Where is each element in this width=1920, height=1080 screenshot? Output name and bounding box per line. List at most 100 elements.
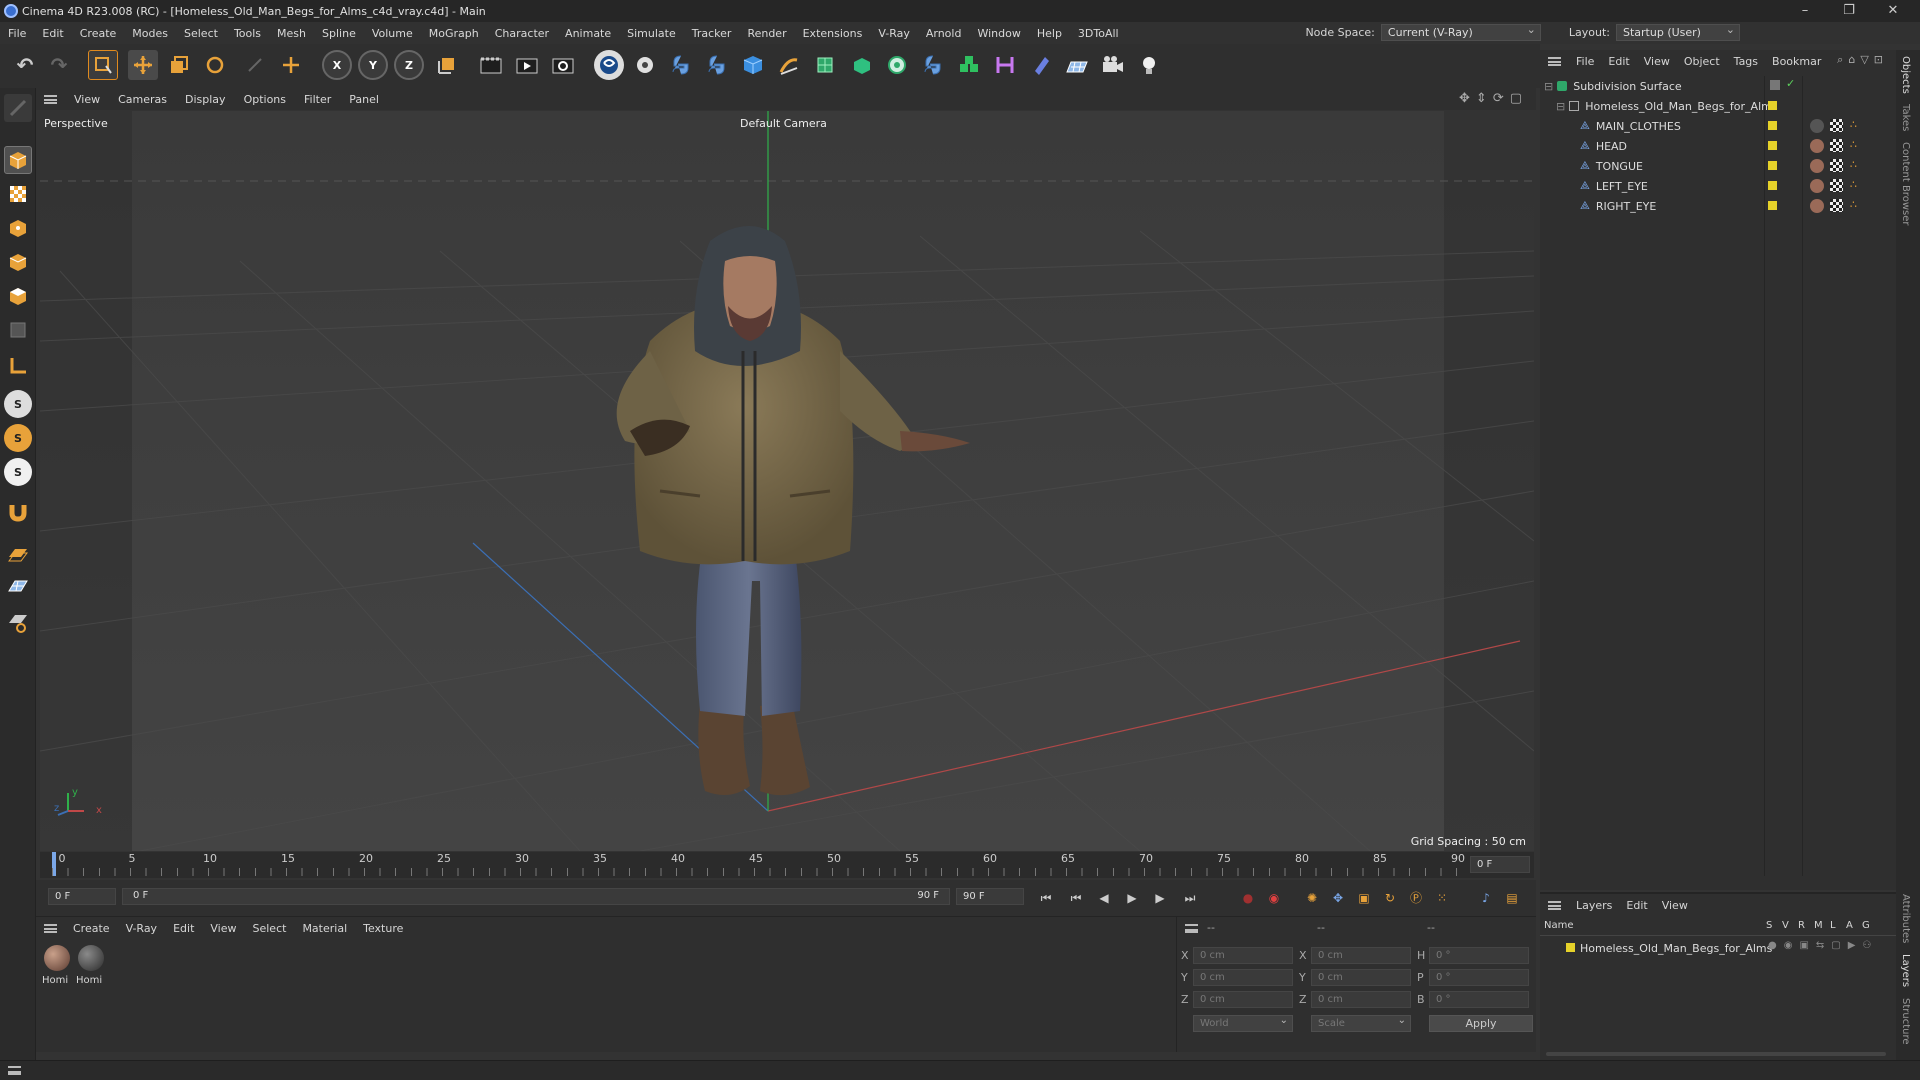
polygons-mode-icon[interactable] [4, 282, 32, 310]
material-menu-view[interactable]: View [202, 922, 244, 935]
viewport-menu-panel[interactable]: Panel [340, 93, 388, 106]
om-menu-bookmarks[interactable]: Bookmar [1765, 55, 1828, 68]
deformer-bend-icon[interactable] [990, 50, 1020, 80]
texture-tag-icon[interactable] [1830, 199, 1843, 212]
layer-color-tag[interactable] [1768, 161, 1777, 170]
menu-mesh[interactable]: Mesh [269, 27, 314, 40]
menu-animate[interactable]: Animate [557, 27, 619, 40]
om-menu-tags[interactable]: Tags [1727, 55, 1765, 68]
layer-menu-layers[interactable]: Layers [1569, 899, 1619, 912]
render-view-icon[interactable] [476, 50, 506, 80]
size-x-field[interactable]: 0 cm [1311, 947, 1411, 964]
material-swatch[interactable]: Homi [42, 943, 72, 987]
viewport-nav-icons[interactable]: ✥⇕⟳▢ [1459, 91, 1528, 106]
timeline-ruler[interactable]: 0 5 10 15 20 25 30 35 40 45 50 55 60 65 … [40, 852, 1534, 878]
layout-dropdown[interactable]: Startup (User) [1616, 22, 1740, 41]
apply-button[interactable]: Apply [1429, 1015, 1533, 1032]
camera-icon[interactable] [1098, 50, 1128, 80]
go-to-start-icon[interactable]: ⏮ [1036, 888, 1056, 908]
viewport-menu-filter[interactable]: Filter [295, 93, 340, 106]
enabled-check-icon[interactable]: ✓ [1786, 77, 1795, 90]
key-position-icon[interactable]: ✥ [1328, 888, 1348, 908]
points-mode-icon[interactable] [4, 214, 32, 242]
texture-mode-icon[interactable] [4, 180, 32, 208]
move-tool-icon[interactable] [128, 50, 158, 80]
layer-scrollbar[interactable] [1546, 1052, 1886, 1056]
subdivision-surface-icon[interactable] [810, 50, 840, 80]
vray-settings-icon[interactable] [630, 50, 660, 80]
layer-toggle-icons[interactable]: ●◉▣⇆▢▶⚇ [1768, 940, 1878, 951]
menu-mograph[interactable]: MoGraph [421, 27, 487, 40]
model-mode-icon[interactable] [4, 146, 32, 174]
redo-icon[interactable]: ↷ [44, 50, 74, 80]
python-script-icon[interactable] [666, 50, 696, 80]
viewport-menu-display[interactable]: Display [176, 93, 235, 106]
z-axis-lock-icon[interactable]: Z [394, 50, 424, 80]
om-menu-object[interactable]: Object [1677, 55, 1727, 68]
layer-color-tag[interactable] [1768, 121, 1777, 130]
vray-icon[interactable] [594, 50, 624, 80]
go-to-end-icon[interactable]: ⏭ [1180, 888, 1200, 908]
menu-tools[interactable]: Tools [226, 27, 269, 40]
rotation-p-field[interactable]: 0 ° [1429, 969, 1529, 986]
layer-box-icon[interactable] [1770, 80, 1780, 90]
material-menu-texture[interactable]: Texture [355, 922, 411, 935]
object-row-right-eye[interactable]: ⟁ RIGHT_EYE ∴ [1540, 196, 1896, 216]
object-row-main-clothes[interactable]: ⟁ MAIN_CLOTHES ∴ [1540, 116, 1896, 136]
material-swatch[interactable]: Homi [76, 943, 106, 987]
menu-modes[interactable]: Modes [124, 27, 176, 40]
size-y-field[interactable]: 0 cm [1311, 969, 1411, 986]
workplane-icon[interactable] [4, 540, 32, 568]
python-script-2-icon[interactable] [702, 50, 732, 80]
start-frame-field[interactable]: 0 F [48, 888, 116, 905]
menu-edit[interactable]: Edit [34, 27, 71, 40]
end-frame-field[interactable]: 90 F [956, 888, 1024, 905]
transform-tool-icon[interactable] [276, 50, 306, 80]
tab-takes[interactable]: Takes [1900, 104, 1911, 131]
om-search-filter-icons[interactable]: ⌕⌂▽⊡ [1837, 53, 1888, 67]
menu-vray[interactable]: V-Ray [870, 27, 918, 40]
minimize-button[interactable]: – [1782, 0, 1828, 22]
magnet-tool-icon[interactable] [4, 498, 32, 526]
snap-settings-icon[interactable]: S [4, 424, 32, 452]
workplane-snap-icon[interactable]: S [4, 458, 32, 486]
autokey-icon[interactable]: ◉ [1264, 888, 1284, 908]
position-x-field[interactable]: 0 cm [1193, 947, 1293, 964]
previous-key-icon[interactable]: ⏮ [1066, 888, 1086, 908]
size-z-field[interactable]: 0 cm [1311, 991, 1411, 1008]
object-row-head[interactable]: ⟁ HEAD ∴ [1540, 136, 1896, 156]
edges-mode-icon[interactable] [4, 248, 32, 276]
rotation-b-field[interactable]: 0 ° [1429, 991, 1529, 1008]
layer-manager-menu-icon[interactable] [1548, 900, 1561, 910]
phong-tag-icon[interactable]: ∴ [1850, 158, 1857, 171]
scale-tool-icon[interactable] [164, 50, 194, 80]
coords-menu-icon[interactable] [1185, 924, 1198, 933]
layer-menu-edit[interactable]: Edit [1619, 899, 1654, 912]
field-icon[interactable] [1026, 50, 1056, 80]
tab-layers[interactable]: Layers [1900, 954, 1911, 987]
texture-tag-icon[interactable] [1830, 179, 1843, 192]
axis-mode-icon[interactable] [4, 352, 32, 380]
phong-tag-icon[interactable]: ∴ [1850, 138, 1857, 151]
menu-volume[interactable]: Volume [364, 27, 421, 40]
om-menu-file[interactable]: File [1569, 55, 1601, 68]
light-icon[interactable] [1134, 50, 1164, 80]
motion-system-icon[interactable]: ♪ [1476, 888, 1496, 908]
render-to-picture-viewer-icon[interactable] [512, 50, 542, 80]
next-frame-icon[interactable]: ▶ [1150, 888, 1170, 908]
restore-button[interactable]: ❐ [1826, 0, 1872, 22]
position-y-field[interactable]: 0 cm [1193, 969, 1293, 986]
current-frame-field[interactable]: 0 F [1470, 856, 1530, 873]
mograph-cloner-icon[interactable] [882, 50, 912, 80]
rotate-tool-icon[interactable] [200, 50, 230, 80]
layer-color-tag[interactable] [1768, 201, 1777, 210]
keyframe-selection-icon[interactable]: ✺ [1302, 888, 1322, 908]
previous-frame-icon[interactable]: ◀ [1094, 888, 1114, 908]
viewport-menu-view[interactable]: View [65, 93, 109, 106]
coordinate-system-icon[interactable] [432, 50, 462, 80]
perspective-viewport[interactable]: Perspective Default Camera y x z Grid Sp… [40, 111, 1534, 851]
recent-tool-icon[interactable] [240, 50, 270, 80]
material-menu-vray[interactable]: V-Ray [118, 922, 166, 935]
layer-color-tag[interactable] [1768, 141, 1777, 150]
material-tag-icon[interactable] [1810, 139, 1824, 153]
